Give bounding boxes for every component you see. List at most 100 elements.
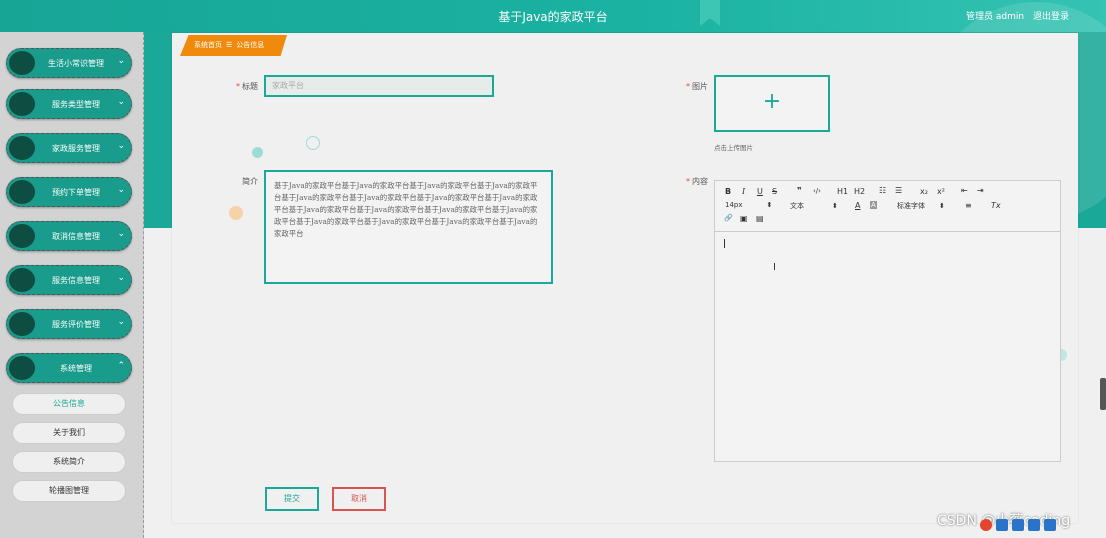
required-mark: *	[236, 82, 240, 91]
tray-app-icon[interactable]	[1012, 519, 1024, 531]
sidebar-item-label: 服务信息管理	[52, 276, 100, 285]
sidebar-subitem-intro[interactable]: 系统简介	[12, 451, 126, 473]
align-button[interactable]: ≡	[965, 201, 972, 210]
tray-app-icon[interactable]	[1028, 519, 1040, 531]
chevron-updown-icon: ⬍	[939, 202, 945, 210]
sidebar-item-housekeeping[interactable]: 家政服务管理 ⌄	[6, 133, 132, 163]
taskbar-tray	[980, 516, 1106, 536]
link-button[interactable]: 🔗	[724, 214, 733, 222]
sidebar-item-label: 家政服务管理	[52, 144, 100, 153]
ordered-list-button[interactable]: ☷	[879, 186, 886, 195]
chevron-down-icon: ⌄	[117, 56, 125, 66]
bullet-list-button[interactable]: ☰	[895, 186, 902, 195]
scrollbar-handle[interactable]	[1100, 378, 1106, 410]
required-mark: *	[686, 177, 690, 186]
indent-button[interactable]: ⇥	[977, 186, 984, 195]
superscript-button[interactable]: x²	[937, 187, 945, 196]
sidebar: 生活小常识管理 ⌄ 服务类型管理 ⌄ 家政服务管理 ⌄ 预约下单管理 ⌄ 取消信…	[0, 32, 144, 538]
video-insert-button[interactable]: ▤	[756, 214, 764, 223]
decorative-ring	[306, 136, 320, 150]
image-label-text: 图片	[692, 82, 708, 91]
menu-dot-icon	[9, 224, 35, 248]
sidebar-item-cancel-info[interactable]: 取消信息管理 ⌄	[6, 221, 132, 251]
chevron-down-icon: ⌄	[117, 141, 125, 151]
sidebar-item-label: 系统管理	[60, 364, 92, 373]
plus-icon: +	[762, 89, 782, 114]
font-color-button[interactable]: A	[855, 201, 860, 210]
clear-format-button[interactable]: Tx	[991, 201, 1001, 210]
image-insert-button[interactable]: ▣	[740, 214, 748, 223]
mouse-cursor-ibeam-icon: I	[773, 262, 776, 273]
subscript-button[interactable]: x₂	[920, 187, 928, 196]
quote-button[interactable]: ❞	[797, 186, 802, 195]
text-type-select[interactable]: 文本 ⬍	[790, 201, 838, 211]
intro-textarea[interactable]: 基于Java的家政平台基于Java的家政平台基于Java的家政平台基于Java的…	[264, 170, 553, 284]
bold-button[interactable]: B	[725, 187, 731, 196]
chevron-down-icon: ⌄	[117, 185, 125, 195]
top-header: 基于Java的家政平台 管理员 admin 退出登录	[0, 0, 1106, 32]
font-size-select[interactable]: 14px ⬍	[725, 201, 772, 209]
font-family-value: 标准字体	[897, 202, 925, 210]
h2-button[interactable]: H2	[854, 187, 865, 196]
title-label: * 标题	[236, 81, 258, 92]
text-type-value: 文本	[790, 202, 804, 210]
underline-button[interactable]: U	[757, 187, 763, 196]
menu-dot-icon	[9, 180, 35, 204]
sidebar-subitem-about[interactable]: 关于我们	[12, 422, 126, 444]
strike-button[interactable]: S	[772, 187, 777, 196]
menu-dot-icon	[9, 268, 35, 292]
decorative-dot	[252, 147, 263, 158]
sidebar-subitem-notice[interactable]: 公告信息	[12, 393, 126, 415]
title-input[interactable]: 家政平台	[264, 75, 494, 97]
code-button[interactable]: ‹/›	[813, 187, 821, 195]
background-color-button[interactable]: A	[870, 201, 877, 209]
breadcrumb-home[interactable]: 系统首页	[194, 41, 222, 49]
text-caret	[724, 239, 725, 248]
intro-label: 简介	[242, 177, 258, 186]
breadcrumb-separator: ☰	[226, 41, 233, 49]
sidebar-subitem-carousel[interactable]: 轮播图管理	[12, 480, 126, 502]
cancel-button[interactable]: 取消	[332, 487, 386, 511]
decorative-dot	[229, 206, 243, 220]
breadcrumb-current: 公告信息	[236, 41, 265, 49]
image-upload-box[interactable]: +	[714, 75, 830, 132]
title-label-text: 标题	[242, 82, 258, 91]
menu-dot-icon	[9, 312, 35, 336]
app-title: 基于Java的家政平台	[498, 10, 608, 24]
editor-toolbar: B I U S ❞ ‹/› H1 H2 ☷ ☰ x₂ x² ⇤ ⇥ 14px ⬍ …	[715, 181, 1060, 232]
tray-app-icon[interactable]	[980, 519, 992, 531]
sidebar-item-booking[interactable]: 预约下单管理 ⌄	[6, 177, 132, 207]
h1-button[interactable]: H1	[837, 187, 848, 196]
chevron-down-icon: ⌄	[117, 229, 125, 239]
sidebar-item-label: 取消信息管理	[52, 232, 100, 241]
chevron-updown-icon: ⬍	[766, 201, 773, 209]
chevron-up-icon: ⌃	[117, 361, 125, 371]
menu-dot-icon	[9, 136, 35, 160]
menu-dot-icon	[9, 356, 35, 380]
image-label: * 图片	[686, 81, 708, 92]
chevron-down-icon: ⌄	[117, 317, 125, 327]
font-family-select[interactable]: 标准字体 ⬍	[897, 201, 945, 211]
content-label: * 内容	[686, 176, 708, 187]
sidebar-item-label: 服务类型管理	[52, 100, 100, 109]
chevron-down-icon: ⌄	[117, 273, 125, 283]
tray-app-icon[interactable]	[996, 519, 1008, 531]
sidebar-item-service-review[interactable]: 服务评价管理 ⌄	[6, 309, 132, 339]
sidebar-item-label: 服务评价管理	[52, 320, 100, 329]
sidebar-item-life-tips[interactable]: 生活小常识管理 ⌄	[6, 48, 132, 78]
menu-dot-icon	[9, 51, 35, 75]
sidebar-item-service-type[interactable]: 服务类型管理 ⌄	[6, 89, 132, 119]
rich-text-editor[interactable]: B I U S ❞ ‹/› H1 H2 ☷ ☰ x₂ x² ⇤ ⇥ 14px ⬍ …	[714, 180, 1061, 462]
chevron-down-icon: ⌄	[117, 97, 125, 107]
sidebar-item-system[interactable]: 系统管理 ⌃	[6, 353, 132, 383]
sidebar-item-service-info[interactable]: 服务信息管理 ⌄	[6, 265, 132, 295]
submit-button[interactable]: 提交	[265, 487, 319, 511]
content-label-text: 内容	[692, 177, 708, 186]
outdent-button[interactable]: ⇤	[961, 186, 968, 195]
italic-button[interactable]: I	[742, 187, 745, 196]
required-mark: *	[686, 82, 690, 91]
tray-app-icon[interactable]	[1044, 519, 1056, 531]
sidebar-item-label: 生活小常识管理	[48, 59, 104, 68]
font-size-value: 14px	[725, 201, 743, 209]
breadcrumb: 系统首页 ☰ 公告信息	[180, 35, 287, 56]
